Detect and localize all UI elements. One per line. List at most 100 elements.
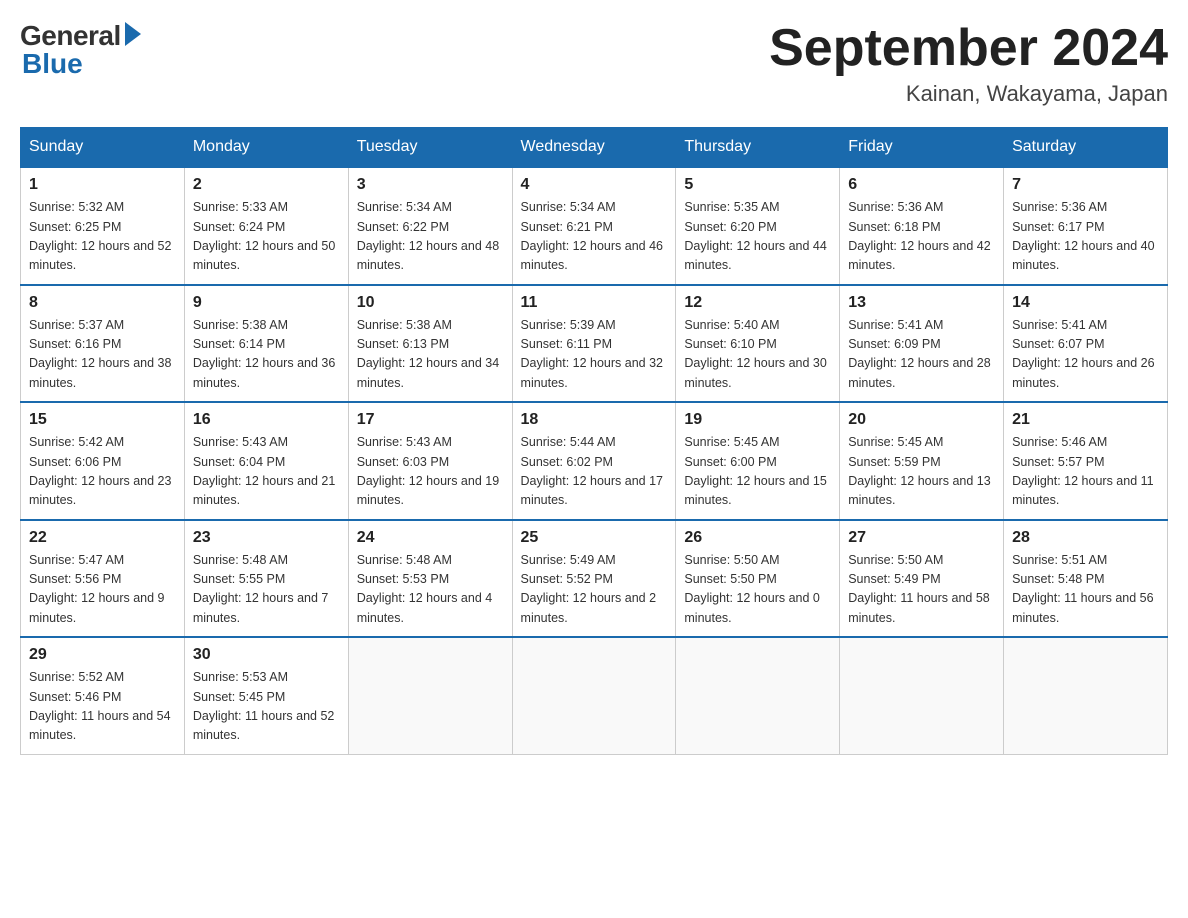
day-number: 20 xyxy=(848,411,995,429)
day-number: 14 xyxy=(1012,294,1159,312)
day-number: 18 xyxy=(521,411,668,429)
col-thursday: Thursday xyxy=(676,128,840,168)
calendar-table: Sunday Monday Tuesday Wednesday Thursday… xyxy=(20,127,1168,755)
day-number: 19 xyxy=(684,411,831,429)
day-info: Sunrise: 5:45 AMSunset: 6:00 PMDaylight:… xyxy=(684,433,831,511)
day-info: Sunrise: 5:42 AMSunset: 6:06 PMDaylight:… xyxy=(29,433,176,511)
table-row: 24 Sunrise: 5:48 AMSunset: 5:53 PMDayligh… xyxy=(348,520,512,638)
table-row: 10 Sunrise: 5:38 AMSunset: 6:13 PMDayligh… xyxy=(348,285,512,403)
day-info: Sunrise: 5:41 AMSunset: 6:07 PMDaylight:… xyxy=(1012,316,1159,394)
day-number: 8 xyxy=(29,294,176,312)
day-info: Sunrise: 5:33 AMSunset: 6:24 PMDaylight:… xyxy=(193,198,340,276)
table-row: 17Sunrise: 5:43 AMSunset: 6:03 PMDayligh… xyxy=(348,402,512,520)
table-row: 13 Sunrise: 5:41 AMSunset: 6:09 PMDayligh… xyxy=(840,285,1004,403)
day-number: 25 xyxy=(521,529,668,547)
day-number: 12 xyxy=(684,294,831,312)
table-row xyxy=(512,637,676,754)
table-row: 23 Sunrise: 5:48 AMSunset: 5:55 PMDayligh… xyxy=(184,520,348,638)
location-title: Kainan, Wakayama, Japan xyxy=(769,81,1168,107)
day-info: Sunrise: 5:40 AMSunset: 6:10 PMDaylight:… xyxy=(684,316,831,394)
table-row xyxy=(1004,637,1168,754)
day-number: 2 xyxy=(193,176,340,194)
table-row: 28 Sunrise: 5:51 AMSunset: 5:48 PMDayligh… xyxy=(1004,520,1168,638)
day-number: 21 xyxy=(1012,411,1159,429)
day-info: Sunrise: 5:32 AMSunset: 6:25 PMDaylight:… xyxy=(29,198,176,276)
col-monday: Monday xyxy=(184,128,348,168)
day-info: Sunrise: 5:53 AMSunset: 5:45 PMDaylight:… xyxy=(193,668,340,746)
table-row: 30 Sunrise: 5:53 AMSunset: 5:45 PMDayligh… xyxy=(184,637,348,754)
table-row: 2 Sunrise: 5:33 AMSunset: 6:24 PMDaylight… xyxy=(184,167,348,285)
day-number: 23 xyxy=(193,529,340,547)
day-info: Sunrise: 5:48 AMSunset: 5:55 PMDaylight:… xyxy=(193,551,340,629)
day-number: 13 xyxy=(848,294,995,312)
table-row: 15 Sunrise: 5:42 AMSunset: 6:06 PMDayligh… xyxy=(21,402,185,520)
day-number: 17 xyxy=(357,411,504,429)
table-row xyxy=(840,637,1004,754)
calendar-week-row: 1 Sunrise: 5:32 AMSunset: 6:25 PMDaylight… xyxy=(21,167,1168,285)
col-sunday: Sunday xyxy=(21,128,185,168)
logo-blue-text: Blue xyxy=(22,48,83,80)
day-number: 5 xyxy=(684,176,831,194)
day-info: Sunrise: 5:46 AMSunset: 5:57 PMDaylight:… xyxy=(1012,433,1159,511)
day-number: 6 xyxy=(848,176,995,194)
day-number: 10 xyxy=(357,294,504,312)
day-number: 26 xyxy=(684,529,831,547)
table-row: 4Sunrise: 5:34 AMSunset: 6:21 PMDaylight… xyxy=(512,167,676,285)
table-row: 7 Sunrise: 5:36 AMSunset: 6:17 PMDaylight… xyxy=(1004,167,1168,285)
table-row: 1 Sunrise: 5:32 AMSunset: 6:25 PMDaylight… xyxy=(21,167,185,285)
col-wednesday: Wednesday xyxy=(512,128,676,168)
table-row: 5 Sunrise: 5:35 AMSunset: 6:20 PMDaylight… xyxy=(676,167,840,285)
day-number: 29 xyxy=(29,646,176,664)
day-info: Sunrise: 5:51 AMSunset: 5:48 PMDaylight:… xyxy=(1012,551,1159,629)
table-row: 14 Sunrise: 5:41 AMSunset: 6:07 PMDayligh… xyxy=(1004,285,1168,403)
calendar-week-row: 15 Sunrise: 5:42 AMSunset: 6:06 PMDayligh… xyxy=(21,402,1168,520)
table-row: 25 Sunrise: 5:49 AMSunset: 5:52 PMDayligh… xyxy=(512,520,676,638)
day-info: Sunrise: 5:50 AMSunset: 5:50 PMDaylight:… xyxy=(684,551,831,629)
title-area: September 2024 Kainan, Wakayama, Japan xyxy=(769,20,1168,107)
table-row: 12 Sunrise: 5:40 AMSunset: 6:10 PMDayligh… xyxy=(676,285,840,403)
day-number: 9 xyxy=(193,294,340,312)
day-number: 15 xyxy=(29,411,176,429)
day-info: Sunrise: 5:38 AMSunset: 6:14 PMDaylight:… xyxy=(193,316,340,394)
day-number: 1 xyxy=(29,176,176,194)
table-row: 26 Sunrise: 5:50 AMSunset: 5:50 PMDayligh… xyxy=(676,520,840,638)
day-info: Sunrise: 5:36 AMSunset: 6:17 PMDaylight:… xyxy=(1012,198,1159,276)
table-row: 16Sunrise: 5:43 AMSunset: 6:04 PMDayligh… xyxy=(184,402,348,520)
table-row: 9 Sunrise: 5:38 AMSunset: 6:14 PMDaylight… xyxy=(184,285,348,403)
day-info: Sunrise: 5:43 AMSunset: 6:04 PMDaylight:… xyxy=(193,433,340,511)
calendar-header-row: Sunday Monday Tuesday Wednesday Thursday… xyxy=(21,128,1168,168)
table-row xyxy=(348,637,512,754)
day-number: 3 xyxy=(357,176,504,194)
day-number: 27 xyxy=(848,529,995,547)
day-info: Sunrise: 5:34 AMSunset: 6:21 PMDaylight:… xyxy=(521,198,668,276)
day-number: 7 xyxy=(1012,176,1159,194)
table-row: 20Sunrise: 5:45 AMSunset: 5:59 PMDayligh… xyxy=(840,402,1004,520)
day-number: 28 xyxy=(1012,529,1159,547)
day-info: Sunrise: 5:49 AMSunset: 5:52 PMDaylight:… xyxy=(521,551,668,629)
day-number: 11 xyxy=(521,294,668,312)
table-row: 6 Sunrise: 5:36 AMSunset: 6:18 PMDaylight… xyxy=(840,167,1004,285)
col-friday: Friday xyxy=(840,128,1004,168)
table-row: 21 Sunrise: 5:46 AMSunset: 5:57 PMDayligh… xyxy=(1004,402,1168,520)
day-number: 24 xyxy=(357,529,504,547)
table-row: 11Sunrise: 5:39 AMSunset: 6:11 PMDayligh… xyxy=(512,285,676,403)
day-info: Sunrise: 5:44 AMSunset: 6:02 PMDaylight:… xyxy=(521,433,668,511)
day-info: Sunrise: 5:35 AMSunset: 6:20 PMDaylight:… xyxy=(684,198,831,276)
calendar-week-row: 29 Sunrise: 5:52 AMSunset: 5:46 PMDayligh… xyxy=(21,637,1168,754)
day-info: Sunrise: 5:52 AMSunset: 5:46 PMDaylight:… xyxy=(29,668,176,746)
table-row: 22Sunrise: 5:47 AMSunset: 5:56 PMDayligh… xyxy=(21,520,185,638)
table-row: 18 Sunrise: 5:44 AMSunset: 6:02 PMDayligh… xyxy=(512,402,676,520)
day-info: Sunrise: 5:41 AMSunset: 6:09 PMDaylight:… xyxy=(848,316,995,394)
day-info: Sunrise: 5:48 AMSunset: 5:53 PMDaylight:… xyxy=(357,551,504,629)
page-header: General Blue September 2024 Kainan, Waka… xyxy=(20,20,1168,107)
calendar-week-row: 8 Sunrise: 5:37 AMSunset: 6:16 PMDaylight… xyxy=(21,285,1168,403)
calendar-week-row: 22Sunrise: 5:47 AMSunset: 5:56 PMDayligh… xyxy=(21,520,1168,638)
table-row: 8 Sunrise: 5:37 AMSunset: 6:16 PMDaylight… xyxy=(21,285,185,403)
day-info: Sunrise: 5:37 AMSunset: 6:16 PMDaylight:… xyxy=(29,316,176,394)
table-row xyxy=(676,637,840,754)
logo: General Blue xyxy=(20,20,141,80)
day-number: 30 xyxy=(193,646,340,664)
day-info: Sunrise: 5:38 AMSunset: 6:13 PMDaylight:… xyxy=(357,316,504,394)
month-title: September 2024 xyxy=(769,20,1168,77)
day-info: Sunrise: 5:36 AMSunset: 6:18 PMDaylight:… xyxy=(848,198,995,276)
